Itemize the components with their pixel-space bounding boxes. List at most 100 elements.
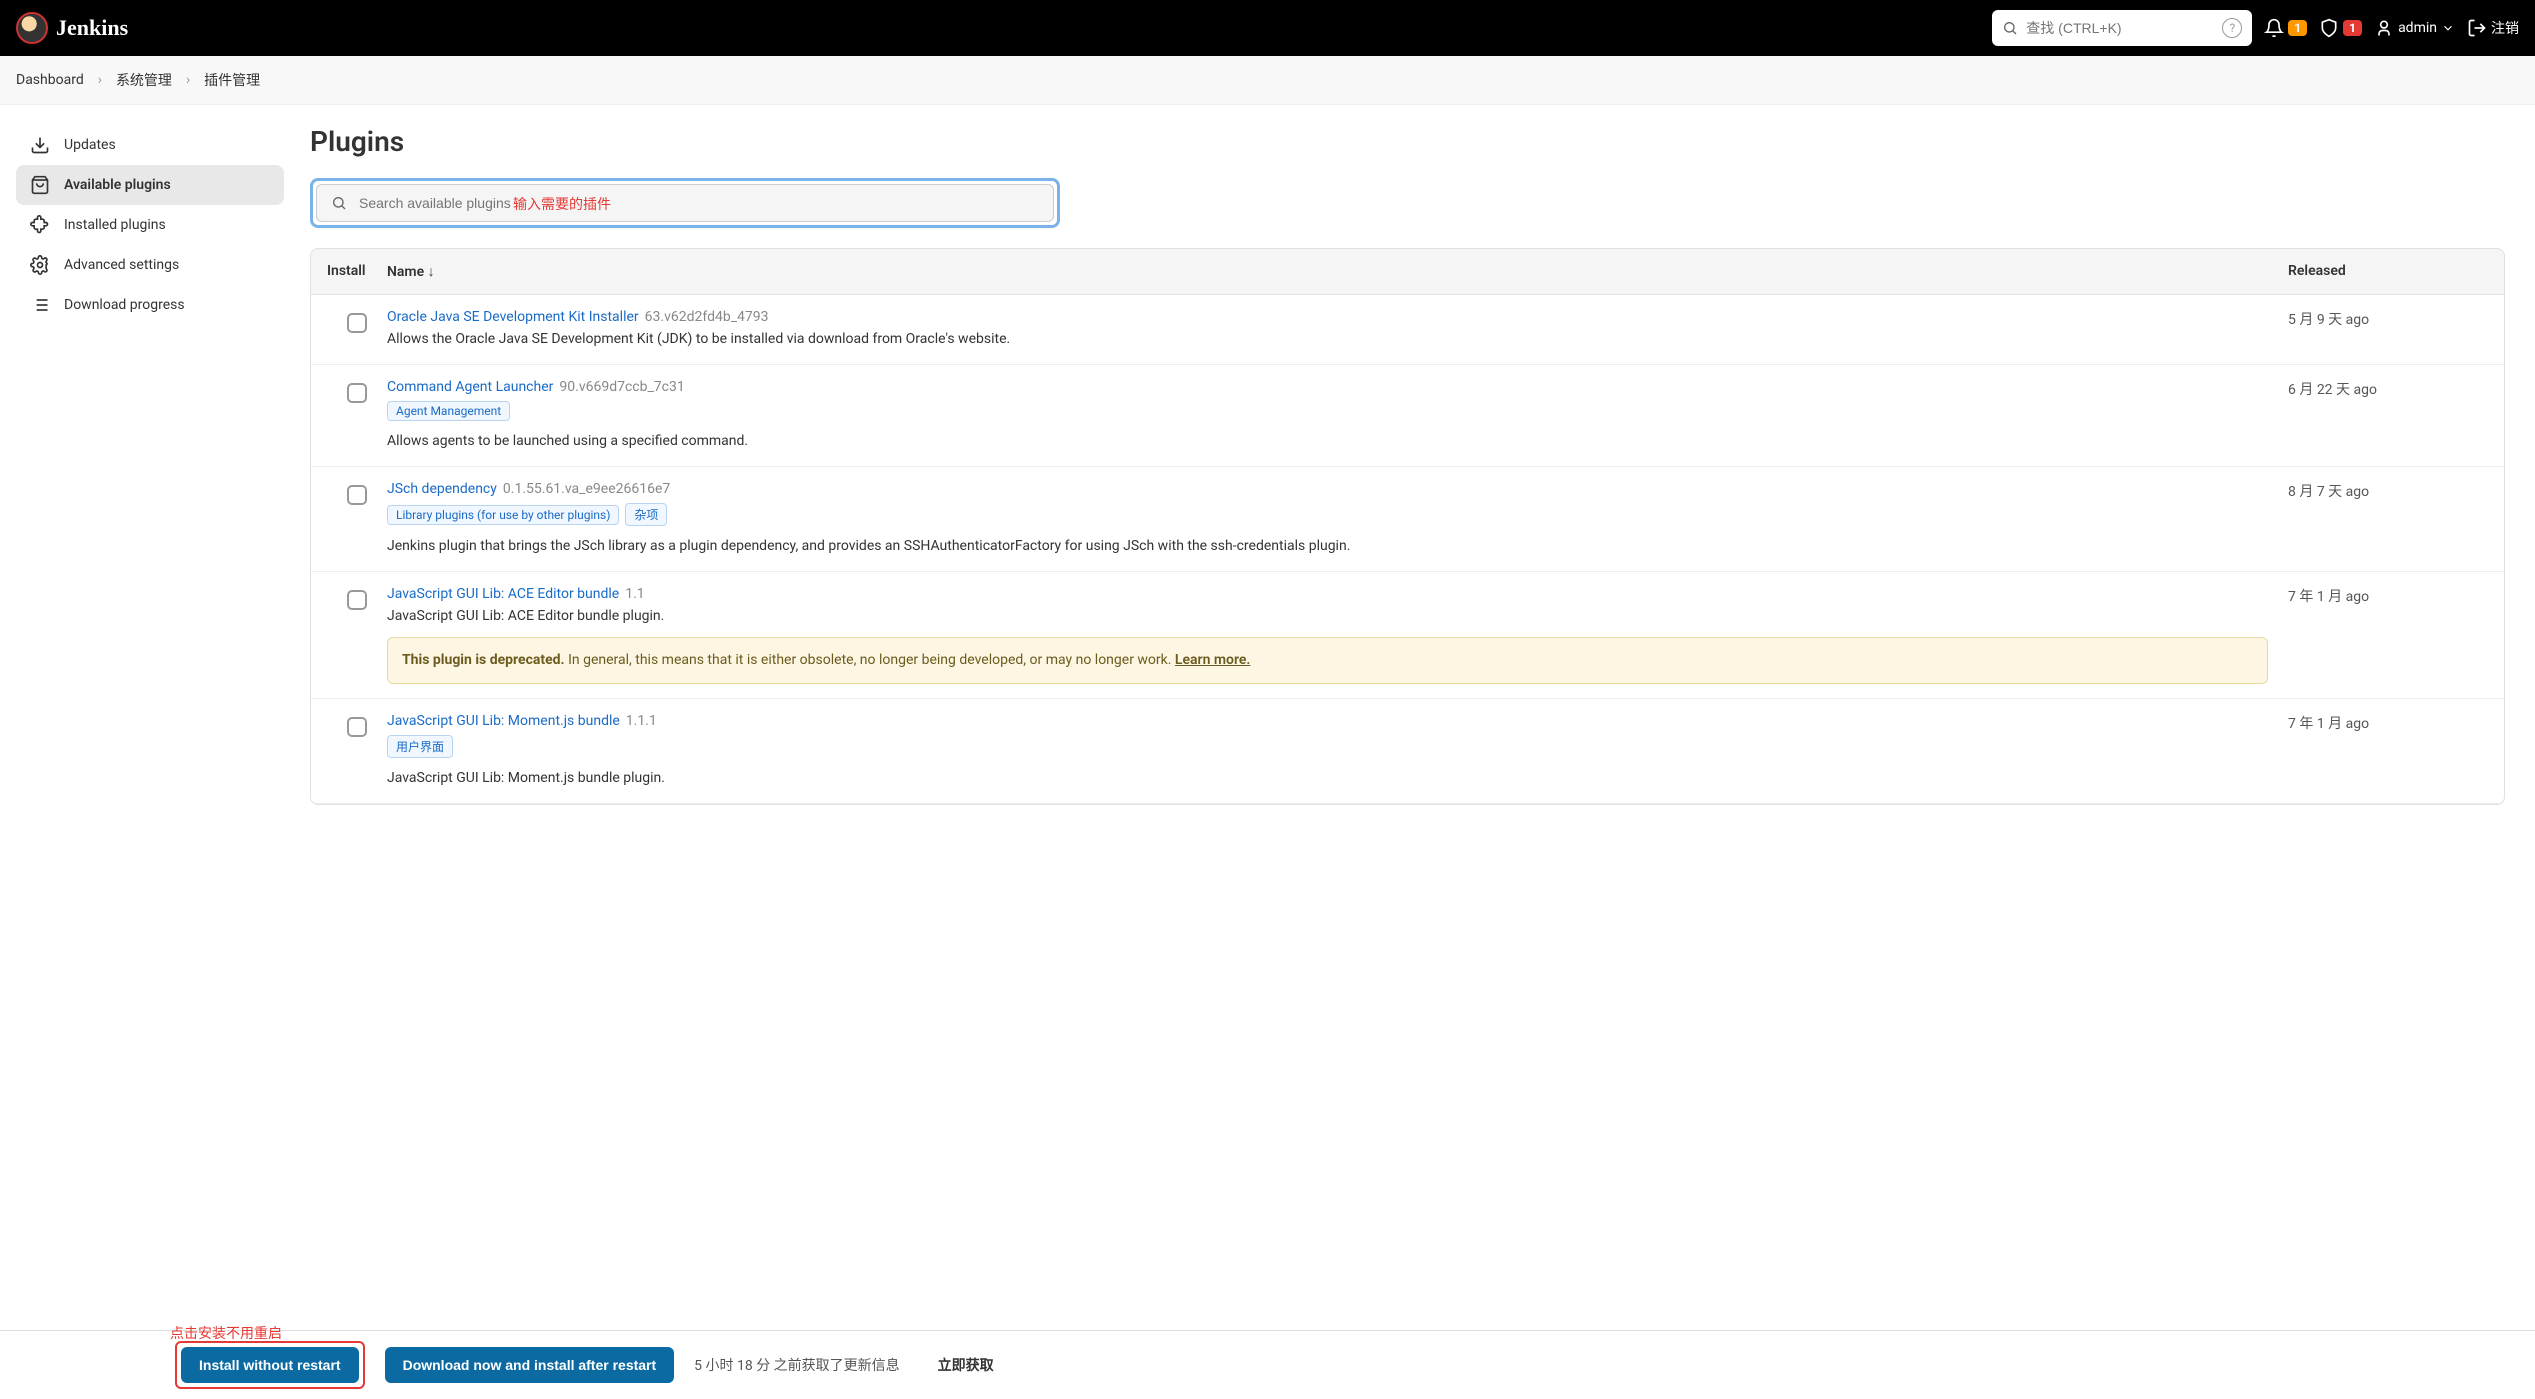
logout-link[interactable]: 注销 bbox=[2467, 18, 2519, 38]
search-icon bbox=[2002, 20, 2018, 36]
sort-icon: ↓ bbox=[428, 264, 435, 280]
global-search[interactable]: ? bbox=[1992, 10, 2252, 46]
plugin-search-input[interactable] bbox=[359, 195, 1039, 211]
puzzle-icon bbox=[30, 215, 50, 235]
jenkins-icon bbox=[16, 12, 48, 44]
plugin-tags: Library plugins (for use by other plugin… bbox=[387, 497, 2268, 532]
brand-logo[interactable]: Jenkins bbox=[16, 12, 128, 44]
logout-icon bbox=[2467, 18, 2487, 38]
plugin-description: JavaScript GUI Lib: Moment.js bundle plu… bbox=[387, 768, 2268, 789]
install-checkbox[interactable] bbox=[347, 590, 367, 610]
logout-label: 注销 bbox=[2491, 18, 2519, 38]
plugin-tag[interactable]: 杂项 bbox=[625, 503, 667, 526]
plugin-name-link[interactable]: Command Agent Launcher bbox=[387, 379, 553, 395]
table-row: JavaScript GUI Lib: ACE Editor bundle 1.1… bbox=[311, 572, 2504, 699]
install-checkbox[interactable] bbox=[347, 717, 367, 737]
plugin-name-link[interactable]: JavaScript GUI Lib: Moment.js bundle bbox=[387, 713, 620, 729]
plugin-version: 63.v62d2fd4b_4793 bbox=[645, 309, 769, 325]
plugin-released: 7 年 1 月 ago bbox=[2288, 713, 2488, 789]
learn-more-link[interactable]: Learn more. bbox=[1175, 652, 1250, 668]
brand-name: Jenkins bbox=[56, 15, 128, 41]
plugin-table: Install Name ↓ Released Oracle Java SE D… bbox=[310, 248, 2505, 805]
plugin-tags: 用户界面 bbox=[387, 729, 2268, 764]
notifications-security[interactable]: 1 bbox=[2319, 18, 2362, 38]
plugin-search[interactable] bbox=[316, 184, 1054, 222]
user-icon bbox=[2374, 18, 2394, 38]
plugin-version: 1.1 bbox=[625, 586, 644, 602]
breadcrumb-item[interactable]: 系统管理 bbox=[116, 70, 172, 90]
plugin-tag[interactable]: 用户界面 bbox=[387, 735, 453, 758]
plugin-description: Allows agents to be launched using a spe… bbox=[387, 431, 2268, 452]
sidebar-item-updates[interactable]: Updates bbox=[16, 125, 284, 165]
bell-badge: 1 bbox=[2288, 20, 2307, 36]
table-header: Install Name ↓ Released bbox=[311, 249, 2504, 295]
install-without-restart-button[interactable]: Install without restart bbox=[181, 1347, 359, 1383]
global-search-input[interactable] bbox=[2026, 20, 2214, 36]
breadcrumb-item[interactable]: Dashboard bbox=[16, 72, 84, 88]
deprecation-warning: This plugin is deprecated. In general, t… bbox=[387, 637, 2268, 684]
plugin-version: 0.1.55.61.va_e9ee26616e7 bbox=[503, 481, 670, 497]
update-status: 5 小时 18 分 之前获取了更新信息 bbox=[694, 1355, 900, 1375]
notifications-bell[interactable]: 1 bbox=[2264, 18, 2307, 38]
plugin-version: 1.1.1 bbox=[626, 713, 657, 729]
th-name[interactable]: Name ↓ bbox=[387, 263, 2288, 280]
plugin-released: 8 月 7 天 ago bbox=[2288, 481, 2488, 557]
download-and-install-button[interactable]: Download now and install after restart bbox=[385, 1347, 675, 1383]
plugin-tag[interactable]: Agent Management bbox=[387, 401, 510, 421]
plugin-name-link[interactable]: JavaScript GUI Lib: ACE Editor bundle bbox=[387, 586, 619, 602]
footer-bar: 点击安装不用重启 Install without restart Downloa… bbox=[0, 1330, 2535, 1399]
shield-icon bbox=[2319, 18, 2339, 38]
breadcrumb: Dashboard › 系统管理 › 插件管理 bbox=[0, 56, 2535, 105]
plugin-name-link[interactable]: Oracle Java SE Development Kit Installer bbox=[387, 309, 639, 325]
sidebar-item-progress[interactable]: Download progress bbox=[16, 285, 284, 325]
sidebar-item-installed[interactable]: Installed plugins bbox=[16, 205, 284, 245]
plugin-tags: Agent Management bbox=[387, 395, 2268, 427]
plugin-description: Jenkins plugin that brings the JSch libr… bbox=[387, 536, 2268, 557]
annotation-highlight-box: Install without restart bbox=[175, 1341, 365, 1389]
sidebar-item-available[interactable]: Available plugins bbox=[16, 165, 284, 205]
plugin-released: 6 月 22 天 ago bbox=[2288, 379, 2488, 452]
plugin-released: 7 年 1 月 ago bbox=[2288, 586, 2488, 684]
install-checkbox[interactable] bbox=[347, 383, 367, 403]
plugin-search-wrap: 输入需要的插件 bbox=[310, 178, 1060, 228]
table-row: Command Agent Launcher90.v669d7ccb_7c31 … bbox=[311, 365, 2504, 467]
plugin-description: Allows the Oracle Java SE Development Ki… bbox=[387, 329, 2268, 350]
table-row: JavaScript GUI Lib: Moment.js bundle 1.1.… bbox=[311, 699, 2504, 804]
sidebar-item-label: Updates bbox=[64, 137, 116, 153]
gear-icon bbox=[30, 255, 50, 275]
main-layout: Updates Available plugins Installed plug… bbox=[0, 105, 2535, 905]
chevron-right-icon: › bbox=[98, 72, 102, 88]
chevron-right-icon: › bbox=[186, 72, 190, 88]
sidebar: Updates Available plugins Installed plug… bbox=[0, 105, 300, 905]
chevron-down-icon bbox=[2441, 21, 2455, 35]
top-header: Jenkins ? 1 1 admin 注销 bbox=[0, 0, 2535, 56]
sidebar-item-label: Download progress bbox=[64, 297, 185, 313]
content-area: Plugins 输入需要的插件 Install Name ↓ Released … bbox=[300, 105, 2535, 905]
sidebar-item-advanced[interactable]: Advanced settings bbox=[16, 245, 284, 285]
page-title: Plugins bbox=[310, 125, 2505, 158]
install-checkbox[interactable] bbox=[347, 485, 367, 505]
table-row: JSch dependency0.1.55.61.va_e9ee26616e7 … bbox=[311, 467, 2504, 572]
plugin-name-link[interactable]: JSch dependency bbox=[387, 481, 497, 497]
help-icon[interactable]: ? bbox=[2222, 18, 2242, 38]
plugin-tag[interactable]: Library plugins (for use by other plugin… bbox=[387, 505, 619, 525]
bag-icon bbox=[30, 175, 50, 195]
th-install: Install bbox=[327, 263, 387, 280]
shield-badge: 1 bbox=[2343, 20, 2362, 36]
user-name: admin bbox=[2398, 20, 2437, 36]
table-row: Oracle Java SE Development Kit Installer… bbox=[311, 295, 2504, 365]
search-icon bbox=[331, 195, 347, 211]
plugin-released: 5 月 9 天 ago bbox=[2288, 309, 2488, 350]
install-checkbox[interactable] bbox=[347, 313, 367, 333]
sidebar-item-label: Installed plugins bbox=[64, 217, 166, 233]
bell-icon bbox=[2264, 18, 2284, 38]
list-icon bbox=[30, 295, 50, 315]
user-menu[interactable]: admin bbox=[2374, 18, 2455, 38]
breadcrumb-item[interactable]: 插件管理 bbox=[204, 70, 260, 90]
annotation-install: 点击安装不用重启 bbox=[170, 1323, 282, 1343]
check-now-button[interactable]: 立即获取 bbox=[920, 1345, 1012, 1385]
download-icon bbox=[30, 135, 50, 155]
sidebar-item-label: Advanced settings bbox=[64, 257, 179, 273]
th-released[interactable]: Released bbox=[2288, 263, 2488, 280]
plugin-version: 90.v669d7ccb_7c31 bbox=[559, 379, 684, 395]
